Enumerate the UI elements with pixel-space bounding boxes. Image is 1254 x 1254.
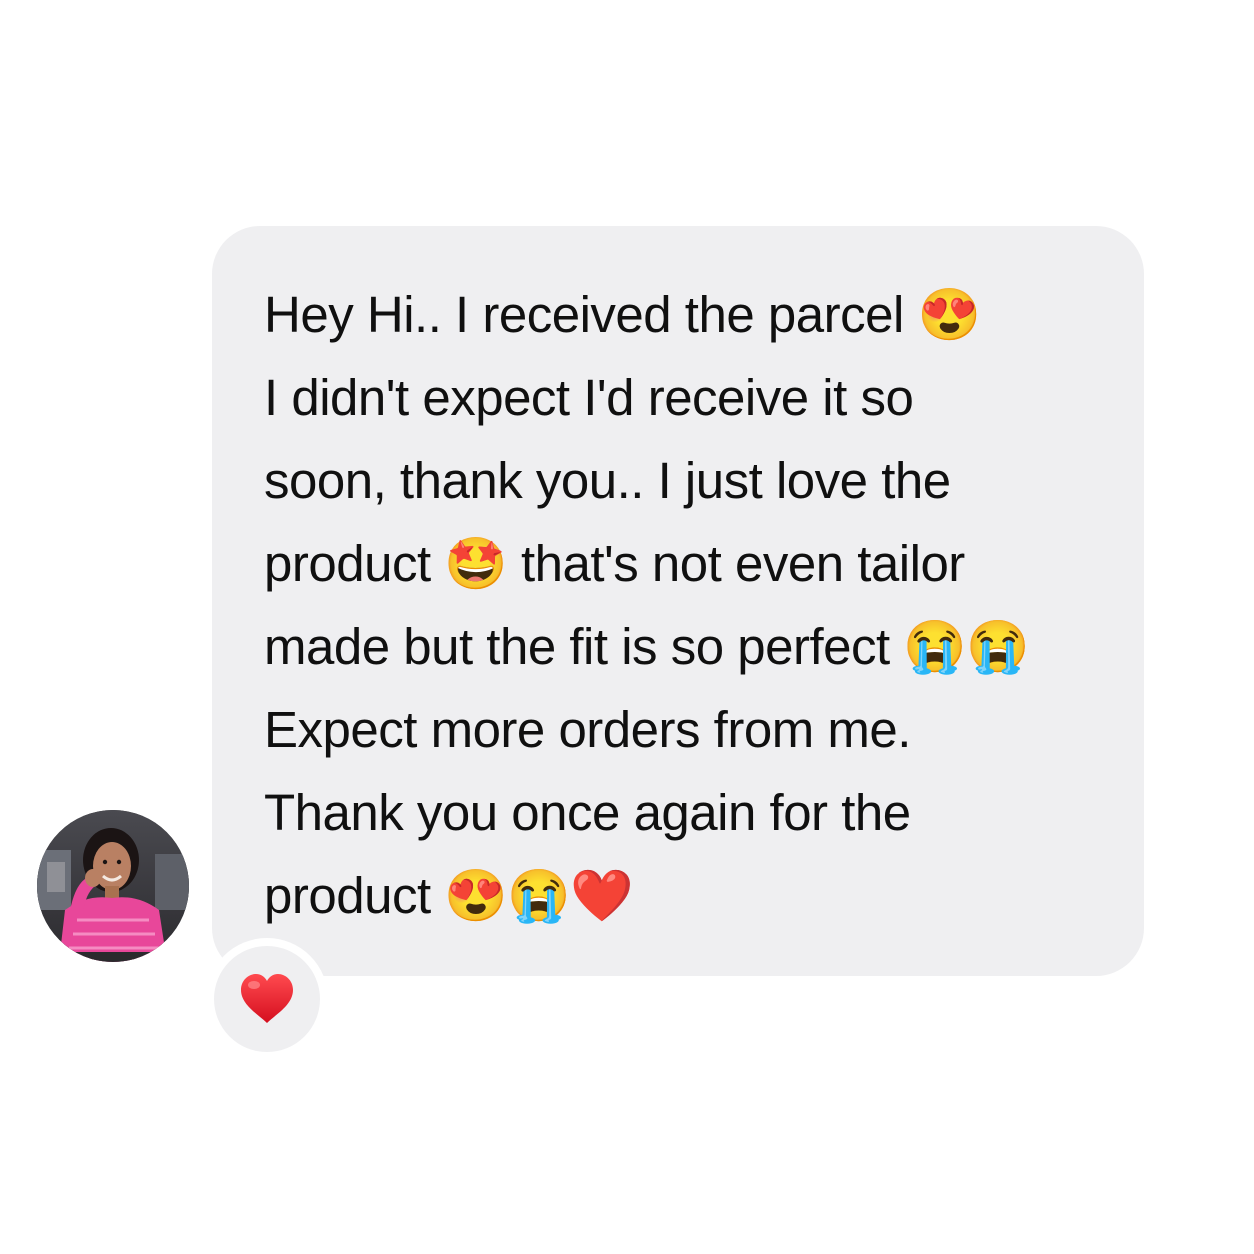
message-line: Thank you once again for the bbox=[264, 784, 911, 841]
sender-avatar[interactable] bbox=[37, 810, 189, 962]
message-line: I didn't expect I'd receive it so bbox=[264, 369, 914, 426]
profile-photo-icon bbox=[37, 810, 189, 962]
message-line: soon, thank you.. I just love the bbox=[264, 452, 951, 509]
message-text: Hey Hi.. I received the parcel 😍 I didn'… bbox=[264, 273, 1030, 937]
message-line: Hey Hi.. I received the parcel 😍 bbox=[264, 286, 981, 343]
message-line: Expect more orders from me. bbox=[264, 701, 911, 758]
message-line: made but the fit is so perfect 😭😭 bbox=[264, 618, 1030, 675]
reaction-badge[interactable] bbox=[214, 946, 320, 1052]
message-line: product 😍😭❤️ bbox=[264, 867, 634, 924]
message-line: product 🤩 that's not even tailor bbox=[264, 535, 965, 592]
chat-view: Hey Hi.. I received the parcel 😍 I didn'… bbox=[0, 0, 1254, 1254]
red-heart-icon bbox=[241, 974, 293, 1023]
